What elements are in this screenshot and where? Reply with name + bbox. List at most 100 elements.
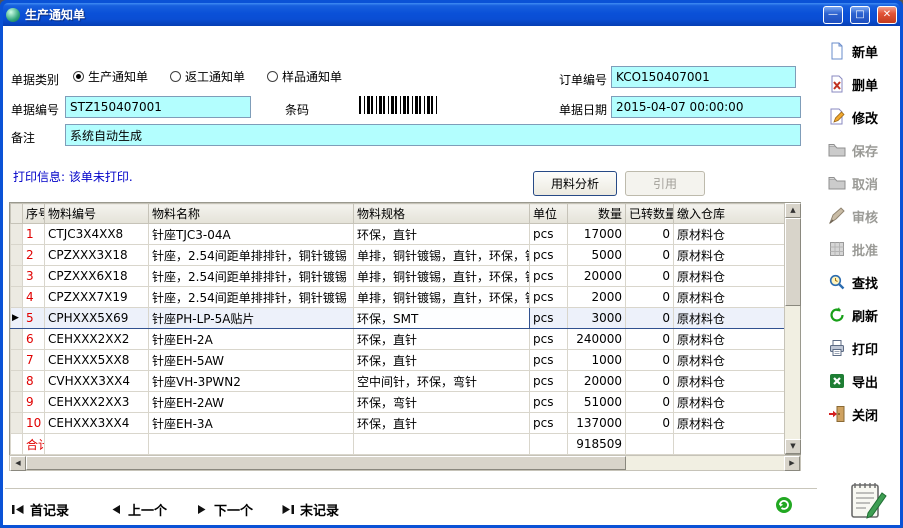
cell-qty[interactable]: 240000 bbox=[568, 329, 626, 350]
cell-unit[interactable]: pcs bbox=[530, 350, 568, 371]
new-doc-button[interactable]: 新单 bbox=[828, 40, 900, 62]
scroll-down-icon[interactable]: ▼ bbox=[785, 439, 801, 454]
horizontal-scrollbar-thumb[interactable] bbox=[26, 456, 626, 470]
table-row[interactable]: 8CVHXXX3XX4针座VH-3PWN2空中间针，环保，弯针pcs200000… bbox=[11, 371, 785, 392]
cell-material-code[interactable]: CPHXXX5X69 bbox=[45, 308, 149, 329]
cell-qty[interactable]: 51000 bbox=[568, 392, 626, 413]
delete-doc-button[interactable]: 删单 bbox=[828, 73, 900, 95]
cell-material-code[interactable]: CPZXXX7X19 bbox=[45, 287, 149, 308]
refresh-button[interactable]: 刷新 bbox=[828, 304, 900, 326]
cell-warehouse[interactable]: 原材料仓 bbox=[674, 308, 785, 329]
cell-transferred-qty[interactable]: 0 bbox=[626, 329, 674, 350]
cell-qty[interactable]: 3000 bbox=[568, 308, 626, 329]
cancel-button[interactable]: 取消 bbox=[828, 172, 900, 194]
cell-material-name[interactable]: 针座TJC3-04A bbox=[149, 224, 354, 245]
cell-transferred-qty[interactable]: 0 bbox=[626, 308, 674, 329]
cell-warehouse[interactable]: 原材料仓 bbox=[674, 287, 785, 308]
cell-material-name[interactable]: 针座PH-LP-5A贴片 bbox=[149, 308, 354, 329]
cell-transferred-qty[interactable]: 0 bbox=[626, 224, 674, 245]
cell-qty[interactable]: 20000 bbox=[568, 266, 626, 287]
table-row[interactable]: 4CPZXXX7X19针座，2.54间距单排排针，铜针镀锡单排，铜针镀锡，直针，… bbox=[11, 287, 785, 308]
cell-qty[interactable]: 20000 bbox=[568, 371, 626, 392]
table-vertical-scrollbar[interactable]: ▲ ▼ bbox=[784, 203, 800, 454]
export-button[interactable]: 导出 bbox=[828, 370, 900, 392]
cell-material-name[interactable]: 针座EH-2A bbox=[149, 329, 354, 350]
cell-transferred-qty[interactable]: 0 bbox=[626, 287, 674, 308]
find-button[interactable]: 查找 bbox=[828, 271, 900, 293]
maximize-button[interactable]: □ bbox=[850, 6, 870, 24]
cell-material-spec[interactable]: 环保，直针 bbox=[354, 350, 530, 371]
cell-material-code[interactable]: CPZXXX3X18 bbox=[45, 245, 149, 266]
cell-material-name[interactable]: 针座EH-2AW bbox=[149, 392, 354, 413]
vertical-scrollbar-thumb[interactable] bbox=[785, 218, 801, 306]
cell-transferred-qty[interactable]: 0 bbox=[626, 266, 674, 287]
cell-material-spec[interactable]: 环保，直针 bbox=[354, 224, 530, 245]
cell-material-spec[interactable]: 环保，SMT bbox=[354, 308, 530, 329]
next-record-button[interactable]: 下一个 bbox=[195, 500, 253, 519]
cell-warehouse[interactable]: 原材料仓 bbox=[674, 392, 785, 413]
doc-date-field[interactable] bbox=[611, 96, 801, 118]
material-analysis-button[interactable]: 用料分析 bbox=[533, 171, 617, 196]
cell-material-code[interactable]: CEHXXX3XX4 bbox=[45, 413, 149, 434]
approve-button[interactable]: 批准 bbox=[828, 238, 900, 260]
scroll-right-icon[interactable]: ▶ bbox=[784, 456, 800, 471]
cell-material-spec[interactable]: 空中间针，环保，弯针 bbox=[354, 371, 530, 392]
table-row[interactable]: 2CPZXXX3X18针座，2.54间距单排排针，铜针镀锡单排，铜针镀锡，直针，… bbox=[11, 245, 785, 266]
cell-material-spec[interactable]: 环保，弯针 bbox=[354, 392, 530, 413]
cell-warehouse[interactable]: 原材料仓 bbox=[674, 350, 785, 371]
cell-material-spec[interactable]: 单排，铜针镀锡，直针，环保，针长， bbox=[354, 287, 530, 308]
print-button[interactable]: 打印 bbox=[828, 337, 900, 359]
cell-qty[interactable]: 1000 bbox=[568, 350, 626, 371]
modify-button[interactable]: 修改 bbox=[828, 106, 900, 128]
table-row[interactable]: 9CEHXXX2XX3针座EH-2AW环保，弯针pcs510000原材料仓 bbox=[11, 392, 785, 413]
cell-material-code[interactable]: CEHXXX2XX3 bbox=[45, 392, 149, 413]
cell-transferred-qty[interactable]: 0 bbox=[626, 350, 674, 371]
cell-unit[interactable]: pcs bbox=[530, 371, 568, 392]
title-bar[interactable]: 生产通知单 — □ ✕ bbox=[3, 3, 900, 26]
cell-material-name[interactable]: 针座，2.54间距单排排针，铜针镀锡 bbox=[149, 245, 354, 266]
scroll-up-icon[interactable]: ▲ bbox=[785, 203, 801, 218]
cell-qty[interactable]: 5000 bbox=[568, 245, 626, 266]
cell-material-code[interactable]: CPZXXX6X18 bbox=[45, 266, 149, 287]
cell-unit[interactable]: pcs bbox=[530, 245, 568, 266]
table-row[interactable]: 10CEHXXX3XX4针座EH-3A环保，直针pcs1370000原材料仓 bbox=[11, 413, 785, 434]
quote-button[interactable]: 引用 bbox=[625, 171, 705, 196]
cell-transferred-qty[interactable]: 0 bbox=[626, 392, 674, 413]
cell-transferred-qty[interactable]: 0 bbox=[626, 371, 674, 392]
cell-qty[interactable]: 17000 bbox=[568, 224, 626, 245]
cell-material-code[interactable]: CTJC3X4XX8 bbox=[45, 224, 149, 245]
cell-unit[interactable]: pcs bbox=[530, 224, 568, 245]
radio-production-notice[interactable]: 生产通知单 bbox=[73, 68, 148, 85]
table-row[interactable]: ▶5CPHXXX5X69针座PH-LP-5A贴片环保，SMTpcs30000原材… bbox=[11, 308, 785, 329]
cell-material-name[interactable]: 针座EH-3A bbox=[149, 413, 354, 434]
cell-transferred-qty[interactable]: 0 bbox=[626, 245, 674, 266]
cell-transferred-qty[interactable]: 0 bbox=[626, 413, 674, 434]
cell-unit[interactable]: pcs bbox=[530, 287, 568, 308]
close-button[interactable]: 关闭 bbox=[828, 403, 900, 425]
order-no-field[interactable] bbox=[611, 66, 796, 88]
cell-material-spec[interactable]: 环保，直针 bbox=[354, 413, 530, 434]
sync-status-icon[interactable] bbox=[775, 496, 793, 514]
cell-warehouse[interactable]: 原材料仓 bbox=[674, 329, 785, 350]
table-row[interactable]: 1CTJC3X4XX8针座TJC3-04A环保，直针pcs170000原材料仓 bbox=[11, 224, 785, 245]
close-window-button[interactable]: ✕ bbox=[877, 6, 897, 24]
scroll-left-icon[interactable]: ◀ bbox=[10, 456, 26, 471]
cell-material-name[interactable]: 针座，2.54间距单排排针，铜针镀锡 bbox=[149, 266, 354, 287]
cell-unit[interactable]: pcs bbox=[530, 308, 568, 329]
save-button[interactable]: 保存 bbox=[828, 139, 900, 161]
cell-material-spec[interactable]: 单排，铜针镀锡，直针，环保，针长， bbox=[354, 245, 530, 266]
table-row[interactable]: 6CEHXXX2XX2针座EH-2A环保，直针pcs2400000原材料仓 bbox=[11, 329, 785, 350]
cell-unit[interactable]: pcs bbox=[530, 329, 568, 350]
cell-qty[interactable]: 2000 bbox=[568, 287, 626, 308]
cell-unit[interactable]: pcs bbox=[530, 413, 568, 434]
cell-unit[interactable]: pcs bbox=[530, 392, 568, 413]
table-row[interactable]: 7CEHXXX5XX8针座EH-5AW环保，直针pcs10000原材料仓 bbox=[11, 350, 785, 371]
cell-material-code[interactable]: CEHXXX5XX8 bbox=[45, 350, 149, 371]
last-record-button[interactable]: 末记录 bbox=[281, 500, 339, 519]
cell-warehouse[interactable]: 原材料仓 bbox=[674, 413, 785, 434]
cell-material-name[interactable]: 针座，2.54间距单排排针，铜针镀锡 bbox=[149, 287, 354, 308]
cell-warehouse[interactable]: 原材料仓 bbox=[674, 245, 785, 266]
doc-no-field[interactable] bbox=[65, 96, 251, 118]
cell-warehouse[interactable]: 原材料仓 bbox=[674, 224, 785, 245]
cell-qty[interactable]: 137000 bbox=[568, 413, 626, 434]
